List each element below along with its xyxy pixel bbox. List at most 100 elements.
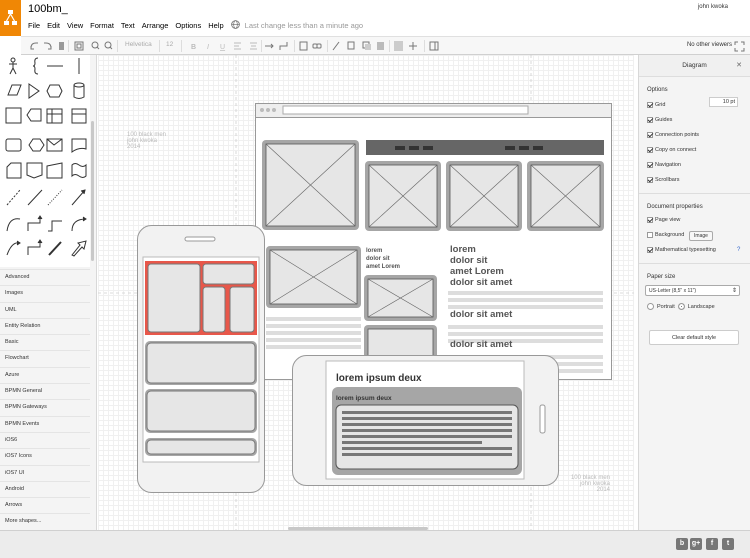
hexagon-icon[interactable] bbox=[46, 84, 63, 98]
cylinder-icon[interactable] bbox=[73, 82, 85, 99]
thumbnail-image[interactable] bbox=[365, 161, 441, 231]
tablet-card-title[interactable]: lorem ipsum deux bbox=[336, 395, 392, 403]
navigation-checkbox[interactable] bbox=[647, 161, 653, 168]
library-ios6[interactable]: iOS6 bbox=[0, 431, 90, 449]
envelope-icon[interactable] bbox=[46, 138, 63, 152]
internal-storage-icon[interactable] bbox=[46, 108, 63, 124]
guides-option[interactable]: Guides bbox=[639, 112, 750, 127]
note-icon[interactable] bbox=[71, 108, 87, 124]
lorem-heading-3[interactable]: dolor sit amet bbox=[450, 339, 512, 350]
thick-arrow-icon[interactable] bbox=[48, 241, 62, 256]
library-entity-relation[interactable]: Entity Relation bbox=[0, 317, 90, 335]
portrait-radio[interactable] bbox=[647, 303, 654, 310]
bold-icon[interactable]: B bbox=[191, 44, 196, 51]
small-image[interactable] bbox=[364, 275, 437, 321]
app-logo[interactable] bbox=[0, 0, 21, 36]
twitter-icon[interactable]: t bbox=[722, 538, 734, 550]
library-ios7-icons[interactable]: iOS7 Icons bbox=[0, 448, 90, 465]
library-bpmn-general[interactable]: BPMN General bbox=[0, 383, 90, 400]
menu-options[interactable]: Options bbox=[175, 21, 201, 30]
step-icon[interactable] bbox=[28, 138, 45, 152]
fill-icon[interactable] bbox=[332, 41, 340, 51]
font-family-select[interactable]: Helvetica bbox=[125, 41, 152, 48]
line-color-icon[interactable] bbox=[347, 41, 355, 50]
browser-wireframe[interactable] bbox=[255, 103, 615, 383]
library-uml[interactable]: UML bbox=[0, 301, 90, 318]
copy-on-connect-checkbox[interactable] bbox=[647, 146, 653, 153]
page-view-checkbox[interactable] bbox=[647, 216, 653, 223]
zoom-out-icon[interactable] bbox=[104, 41, 113, 50]
zoom-in-icon[interactable] bbox=[91, 41, 100, 50]
add-icon[interactable] bbox=[409, 42, 417, 50]
connection-points-option[interactable]: Connection points bbox=[639, 127, 750, 142]
blogger-icon[interactable]: b bbox=[676, 538, 688, 550]
paper-size-select[interactable]: US-Letter (8,5" x 11") bbox=[645, 285, 740, 296]
connector-icon[interactable] bbox=[265, 43, 274, 49]
library-images[interactable]: Images bbox=[0, 285, 90, 302]
help-link[interactable]: ? bbox=[737, 247, 740, 253]
globe-icon[interactable] bbox=[230, 20, 240, 31]
grid-size-input[interactable]: 10 pt bbox=[709, 97, 738, 107]
lorem-heading[interactable]: lorem dolor sit amet Lorem dolor sit ame… bbox=[450, 244, 512, 288]
library-advanced[interactable]: Advanced bbox=[0, 269, 90, 286]
phone-portrait-mockup[interactable] bbox=[137, 225, 267, 495]
to-front-icon[interactable] bbox=[377, 42, 384, 50]
parallelogram-icon[interactable] bbox=[7, 84, 22, 96]
delete-icon[interactable] bbox=[59, 42, 64, 50]
last-change-status[interactable]: Last change less than a minute ago bbox=[245, 21, 363, 30]
curved-connector-icon[interactable] bbox=[6, 218, 21, 232]
landscape-radio[interactable] bbox=[677, 303, 685, 310]
sidebar-scrollbar[interactable] bbox=[91, 121, 94, 261]
library-flowchart[interactable]: Flowchart bbox=[0, 350, 90, 367]
card-icon[interactable] bbox=[6, 162, 22, 179]
hero-image-placeholder[interactable] bbox=[262, 140, 359, 230]
link-icon[interactable] bbox=[312, 43, 322, 49]
curly-bracket-icon[interactable] bbox=[32, 57, 39, 75]
italic-icon[interactable]: I bbox=[207, 44, 209, 51]
scrollbars-checkbox[interactable] bbox=[647, 176, 653, 183]
lorem-heading-2[interactable]: dolor sit amet bbox=[450, 309, 512, 320]
close-icon[interactable]: ✕ bbox=[736, 55, 742, 77]
block-arrow-icon[interactable] bbox=[71, 240, 87, 257]
facebook-icon[interactable]: f bbox=[706, 538, 718, 550]
navigation-option[interactable]: Navigation bbox=[639, 157, 750, 172]
content-image[interactable] bbox=[266, 246, 361, 308]
library-bpmn-gateways[interactable]: BPMN Gateways bbox=[0, 399, 90, 416]
grid-icon[interactable] bbox=[394, 41, 403, 51]
link-arrow-icon[interactable] bbox=[27, 239, 43, 255]
menu-view[interactable]: View bbox=[67, 21, 83, 30]
orthogonal-connector-icon[interactable] bbox=[48, 220, 62, 232]
bidirectional-curve-icon[interactable] bbox=[6, 240, 21, 256]
align-center-icon[interactable] bbox=[250, 42, 257, 50]
arrow-line-icon[interactable] bbox=[71, 189, 86, 206]
underline-icon[interactable]: U bbox=[220, 44, 225, 51]
background-image-button[interactable]: Image bbox=[689, 231, 713, 241]
fullscreen-icon[interactable] bbox=[734, 41, 745, 52]
waypoint-icon[interactable] bbox=[279, 42, 288, 50]
cloud-icon[interactable] bbox=[26, 108, 42, 122]
menu-help[interactable]: Help bbox=[208, 21, 223, 30]
triangle-icon[interactable] bbox=[28, 83, 40, 99]
rounded-process-icon[interactable] bbox=[5, 138, 22, 152]
math-checkbox[interactable] bbox=[647, 246, 653, 253]
undo-icon[interactable] bbox=[30, 42, 38, 50]
align-left-icon[interactable] bbox=[234, 42, 241, 50]
lorem-small-text[interactable]: lorem dolor sit amet Lorem bbox=[366, 247, 400, 271]
font-size-input[interactable]: 12 bbox=[166, 41, 173, 48]
menu-file[interactable]: File bbox=[28, 21, 40, 30]
document-title[interactable]: 100bm_ bbox=[28, 3, 68, 15]
page-view-option[interactable]: Page view bbox=[639, 212, 750, 227]
dotted-line-icon[interactable] bbox=[47, 189, 63, 206]
elbow-connector-icon[interactable] bbox=[27, 215, 43, 231]
redo-icon[interactable] bbox=[44, 42, 52, 50]
library-android[interactable]: Android bbox=[0, 480, 90, 498]
dashed-line-icon[interactable] bbox=[6, 189, 21, 206]
diagram-canvas[interactable]: 100 black men john kwoka 2014 lorem dolo… bbox=[98, 55, 634, 530]
menu-format[interactable]: Format bbox=[90, 21, 114, 30]
diagonal-line-icon[interactable] bbox=[27, 189, 43, 206]
offpage-connector-icon[interactable] bbox=[26, 162, 43, 179]
fit-icon[interactable] bbox=[74, 41, 84, 51]
tape-shape-icon[interactable] bbox=[71, 163, 87, 178]
actor-shape-icon[interactable] bbox=[9, 57, 17, 75]
grid-checkbox[interactable] bbox=[647, 101, 653, 108]
